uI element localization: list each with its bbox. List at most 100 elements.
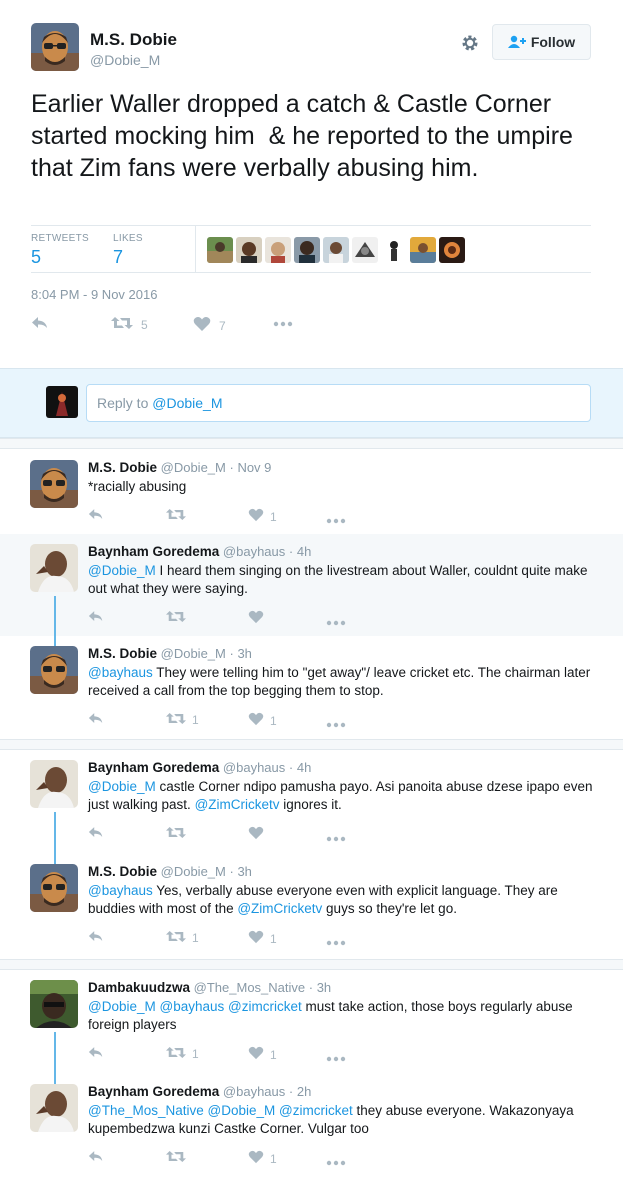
liker-avatar[interactable]: [294, 237, 320, 263]
more-action[interactable]: [326, 1155, 346, 1169]
liker-avatar[interactable]: [381, 237, 407, 263]
reply-action[interactable]: [88, 712, 104, 728]
more-action[interactable]: [326, 1051, 346, 1065]
reply-composer: Reply to @Dobie_M: [0, 368, 623, 438]
retweet-action[interactable]: [166, 508, 192, 524]
reply-tweet[interactable]: M.S. Dobie @Dobie_M · 3h @bayhaus Yes, ve…: [0, 854, 623, 959]
retweet-action[interactable]: [166, 1150, 192, 1166]
reply-author-name[interactable]: Baynham Goredema: [88, 1084, 219, 1099]
reply-tweet[interactable]: Baynham Goredema @bayhaus · 4h @Dobie_M I…: [0, 534, 623, 646]
reply-tweet[interactable]: M.S. Dobie @Dobie_M · 3h @bayhaus They we…: [0, 636, 623, 739]
reply-author-handle[interactable]: @The_Mos_Native: [194, 980, 305, 995]
reply-author-avatar[interactable]: [30, 1084, 78, 1132]
reply-icon: [88, 1150, 104, 1166]
liker-avatar[interactable]: [207, 237, 233, 263]
reply-author-avatar[interactable]: [30, 760, 78, 808]
author-avatar[interactable]: [31, 23, 79, 71]
more-action[interactable]: [326, 831, 346, 845]
reply-action[interactable]: [88, 826, 104, 842]
reply-time[interactable]: · 4h: [289, 760, 311, 775]
mention-link[interactable]: @ZimCricketv: [195, 797, 280, 812]
mention-link[interactable]: @ZimCricketv: [237, 901, 322, 916]
reply-time[interactable]: · 3h: [309, 980, 331, 995]
reply-author-handle[interactable]: @Dobie_M: [161, 864, 226, 879]
reply-time[interactable]: · 2h: [289, 1084, 311, 1099]
retweet-action[interactable]: 5: [111, 316, 148, 333]
liker-avatar[interactable]: [439, 237, 465, 263]
mention-link[interactable]: @bayhaus: [88, 665, 153, 680]
reply-author-avatar[interactable]: [30, 460, 78, 508]
more-action[interactable]: [326, 615, 346, 629]
retweet-action[interactable]: [166, 610, 192, 626]
reply-author-handle[interactable]: @bayhaus: [223, 760, 285, 775]
like-action[interactable]: 1: [248, 1046, 277, 1063]
reply-author-handle[interactable]: @Dobie_M: [161, 646, 226, 661]
more-action[interactable]: [326, 717, 346, 731]
reply-time[interactable]: · Nov 9: [230, 460, 272, 475]
like-action[interactable]: 1: [248, 508, 277, 525]
reply-author-name[interactable]: Baynham Goredema: [88, 760, 219, 775]
mention-link[interactable]: @The_Mos_Native: [88, 1103, 204, 1118]
reply-action[interactable]: [88, 508, 104, 524]
retweet-action[interactable]: 1: [166, 930, 199, 946]
more-action[interactable]: [273, 316, 293, 330]
reply-tweet[interactable]: Baynham Goredema @bayhaus · 4h @Dobie_M c…: [0, 750, 623, 864]
reply-author-handle[interactable]: @bayhaus: [223, 1084, 285, 1099]
reply-author-name[interactable]: Baynham Goredema: [88, 544, 219, 559]
reply-action[interactable]: [88, 1046, 104, 1062]
reply-input[interactable]: Reply to @Dobie_M: [86, 384, 591, 422]
mention-link[interactable]: @Dobie_M: [88, 563, 156, 578]
reply-tweet[interactable]: Baynham Goredema @bayhaus · 2h @The_Mos_N…: [0, 1074, 623, 1185]
like-action[interactable]: 7: [193, 316, 226, 335]
reply-author-name[interactable]: M.S. Dobie: [88, 646, 157, 661]
reply-action[interactable]: [88, 930, 104, 946]
reply-time[interactable]: · 3h: [230, 864, 252, 879]
mention-link[interactable]: @Dobie_M: [88, 779, 156, 794]
mention-link[interactable]: @bayhaus: [160, 999, 225, 1014]
retweet-action[interactable]: 1: [166, 712, 199, 728]
more-action[interactable]: [326, 513, 346, 527]
reply-author-avatar[interactable]: [30, 980, 78, 1028]
more-action[interactable]: [326, 935, 346, 949]
like-heart-icon: [248, 826, 264, 843]
likes-stat[interactable]: LIKES 7: [113, 233, 143, 268]
retweets-stat[interactable]: RETWEETS 5: [31, 233, 89, 268]
settings-gear-icon[interactable]: [460, 33, 480, 53]
retweet-action[interactable]: [166, 826, 192, 842]
reply-author-handle[interactable]: @Dobie_M: [161, 460, 226, 475]
reply-author-name[interactable]: M.S. Dobie: [88, 460, 157, 475]
mention-link[interactable]: @bayhaus: [88, 883, 153, 898]
reply-author-handle[interactable]: @bayhaus: [223, 544, 285, 559]
reply-action[interactable]: [88, 1150, 104, 1166]
reply-tweet[interactable]: Dambakuudzwa @The_Mos_Native · 3h @Dobie_…: [0, 970, 623, 1084]
reply-author-avatar[interactable]: [30, 864, 78, 912]
author-handle[interactable]: @Dobie_M: [90, 52, 160, 68]
mention-link[interactable]: @zimcricket: [228, 999, 302, 1014]
liker-avatar[interactable]: [410, 237, 436, 263]
like-action[interactable]: 1: [248, 712, 277, 729]
liker-avatar[interactable]: [352, 237, 378, 263]
reply-author-avatar[interactable]: [30, 544, 78, 592]
reply-author-name[interactable]: Dambakuudzwa: [88, 980, 190, 995]
follow-button[interactable]: Follow: [492, 24, 591, 60]
liker-avatar[interactable]: [323, 237, 349, 263]
liker-avatar[interactable]: [236, 237, 262, 263]
author-name[interactable]: M.S. Dobie: [90, 30, 177, 50]
tweet-timestamp[interactable]: 8:04 PM - 9 Nov 2016: [31, 287, 157, 302]
mention-link[interactable]: @zimcricket: [279, 1103, 353, 1118]
reply-action[interactable]: [88, 610, 104, 626]
reply-time[interactable]: · 3h: [230, 646, 252, 661]
reply-action[interactable]: [31, 316, 49, 333]
like-action[interactable]: [248, 826, 270, 843]
reply-author-name[interactable]: M.S. Dobie: [88, 864, 157, 879]
reply-tweet[interactable]: M.S. Dobie @Dobie_M · Nov 9 *racially abu…: [0, 450, 623, 534]
mention-link[interactable]: @Dobie_M: [208, 1103, 276, 1118]
like-action[interactable]: 1: [248, 1150, 277, 1167]
liker-avatar[interactable]: [265, 237, 291, 263]
reply-time[interactable]: · 4h: [289, 544, 311, 559]
like-action[interactable]: [248, 610, 270, 627]
mention-link[interactable]: @Dobie_M: [88, 999, 156, 1014]
retweet-action[interactable]: 1: [166, 1046, 199, 1062]
like-action[interactable]: 1: [248, 930, 277, 947]
reply-author-avatar[interactable]: [30, 646, 78, 694]
